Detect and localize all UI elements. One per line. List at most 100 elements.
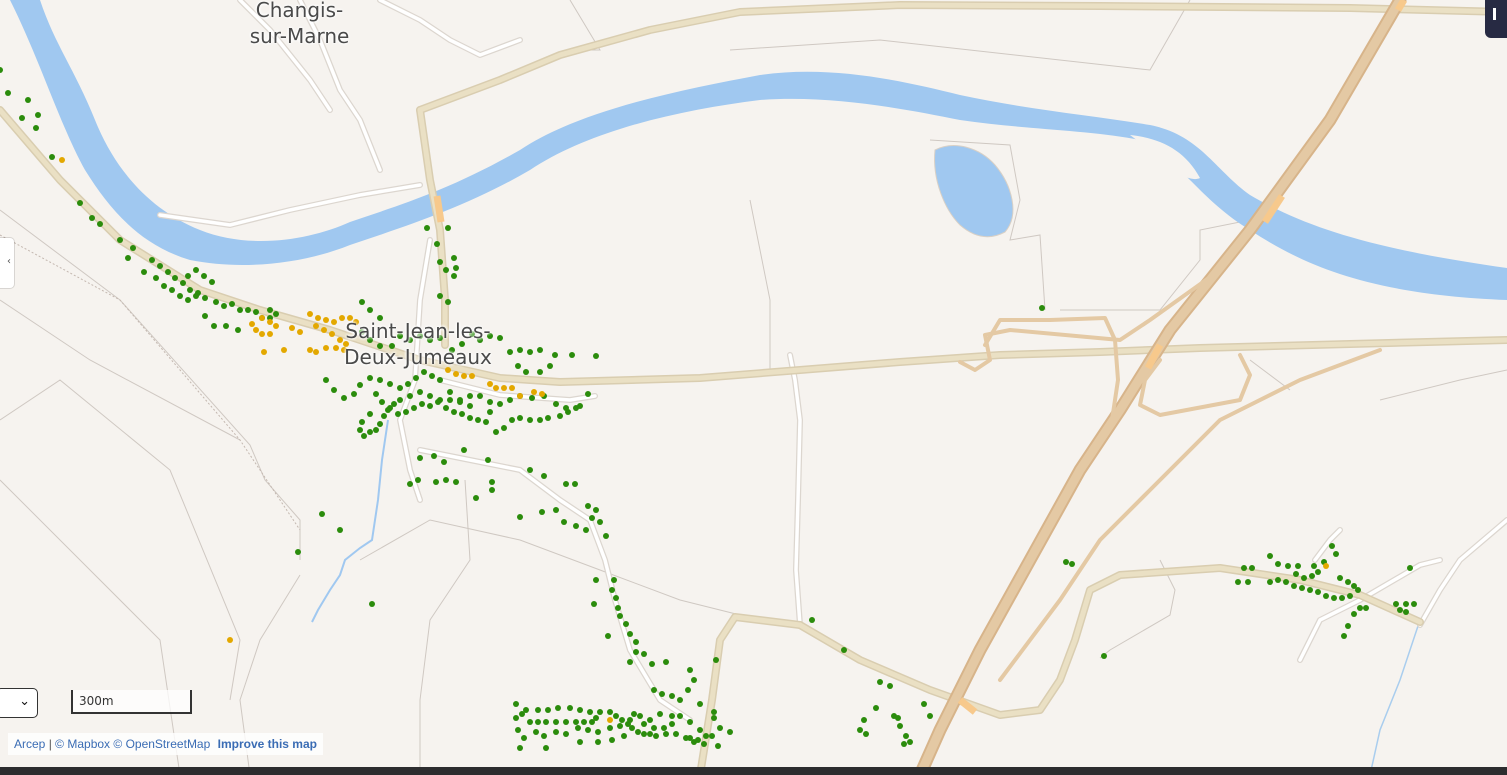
green-marker[interactable] [1301,575,1307,581]
green-marker[interactable] [611,577,617,583]
green-marker[interactable] [475,417,481,423]
green-marker[interactable] [367,429,373,435]
green-marker[interactable] [443,267,449,273]
green-marker[interactable] [89,215,95,221]
orange-marker[interactable] [253,327,259,333]
green-marker[interactable] [593,353,599,359]
green-marker[interactable] [537,347,543,353]
green-marker[interactable] [1315,589,1321,595]
green-marker[interactable] [575,725,581,731]
green-marker[interactable] [451,255,457,261]
green-marker[interactable] [49,154,55,160]
green-marker[interactable] [651,725,657,731]
green-marker[interactable] [367,307,373,313]
orange-marker[interactable] [493,385,499,391]
orange-marker[interactable] [297,329,303,335]
green-marker[interactable] [595,739,601,745]
green-marker[interactable] [631,711,637,717]
green-marker[interactable] [863,731,869,737]
green-marker[interactable] [727,729,733,735]
green-marker[interactable] [193,293,199,299]
green-marker[interactable] [535,719,541,725]
green-marker[interactable] [661,725,667,731]
green-marker[interactable] [172,275,178,281]
green-marker[interactable] [609,737,615,743]
green-marker[interactable] [841,647,847,653]
green-marker[interactable] [209,279,215,285]
green-marker[interactable] [553,729,559,735]
green-marker[interactable] [445,299,451,305]
green-marker[interactable] [539,509,545,515]
green-marker[interactable] [461,447,467,453]
green-marker[interactable] [185,273,191,279]
green-marker[interactable] [453,479,459,485]
green-marker[interactable] [617,613,623,619]
green-marker[interactable] [1245,579,1251,585]
green-marker[interactable] [177,293,183,299]
green-marker[interactable] [513,715,519,721]
green-marker[interactable] [1069,561,1075,567]
green-marker[interactable] [5,90,11,96]
green-marker[interactable] [153,275,159,281]
green-marker[interactable] [677,713,683,719]
green-marker[interactable] [117,237,123,243]
green-marker[interactable] [605,633,611,639]
green-marker[interactable] [623,621,629,627]
green-marker[interactable] [341,395,347,401]
orange-marker[interactable] [59,157,65,163]
green-marker[interactable] [547,363,553,369]
green-marker[interactable] [415,477,421,483]
orange-marker[interactable] [539,391,545,397]
green-marker[interactable] [331,387,337,393]
green-marker[interactable] [541,733,547,739]
green-marker[interactable] [517,514,523,520]
green-marker[interactable] [895,715,901,721]
orange-marker[interactable] [281,347,287,353]
green-marker[interactable] [641,721,647,727]
orange-marker[interactable] [249,321,255,327]
green-marker[interactable] [180,280,186,286]
green-marker[interactable] [273,311,279,317]
green-marker[interactable] [453,265,459,271]
green-marker[interactable] [407,481,413,487]
green-marker[interactable] [319,511,325,517]
green-marker[interactable] [130,245,136,251]
green-marker[interactable] [527,719,533,725]
green-marker[interactable] [221,303,227,309]
green-marker[interactable] [487,409,493,415]
green-marker[interactable] [687,667,693,673]
green-marker[interactable] [493,429,499,435]
green-marker[interactable] [873,705,879,711]
green-marker[interactable] [377,377,383,383]
green-marker[interactable] [417,455,423,461]
green-marker[interactable] [809,617,815,623]
green-marker[interactable] [557,413,563,419]
green-marker[interactable] [713,657,719,663]
green-marker[interactable] [669,721,675,727]
green-marker[interactable] [515,363,521,369]
green-marker[interactable] [563,481,569,487]
green-marker[interactable] [607,709,613,715]
green-marker[interactable] [513,701,519,707]
green-marker[interactable] [515,727,521,733]
green-marker[interactable] [407,393,413,399]
green-marker[interactable] [1351,611,1357,617]
green-marker[interactable] [517,415,523,421]
green-marker[interactable] [607,725,613,731]
green-marker[interactable] [419,401,425,407]
green-marker[interactable] [1039,305,1045,311]
green-marker[interactable] [391,401,397,407]
green-marker[interactable] [1331,595,1337,601]
green-marker[interactable] [903,733,909,739]
green-marker[interactable] [403,409,409,415]
orange-marker[interactable] [607,717,613,723]
green-marker[interactable] [235,327,241,333]
green-marker[interactable] [477,393,483,399]
green-marker[interactable] [523,369,529,375]
green-marker[interactable] [467,415,473,421]
green-marker[interactable] [687,735,693,741]
green-marker[interactable] [237,307,243,313]
green-marker[interactable] [573,405,579,411]
green-marker[interactable] [537,417,543,423]
green-marker[interactable] [887,683,893,689]
